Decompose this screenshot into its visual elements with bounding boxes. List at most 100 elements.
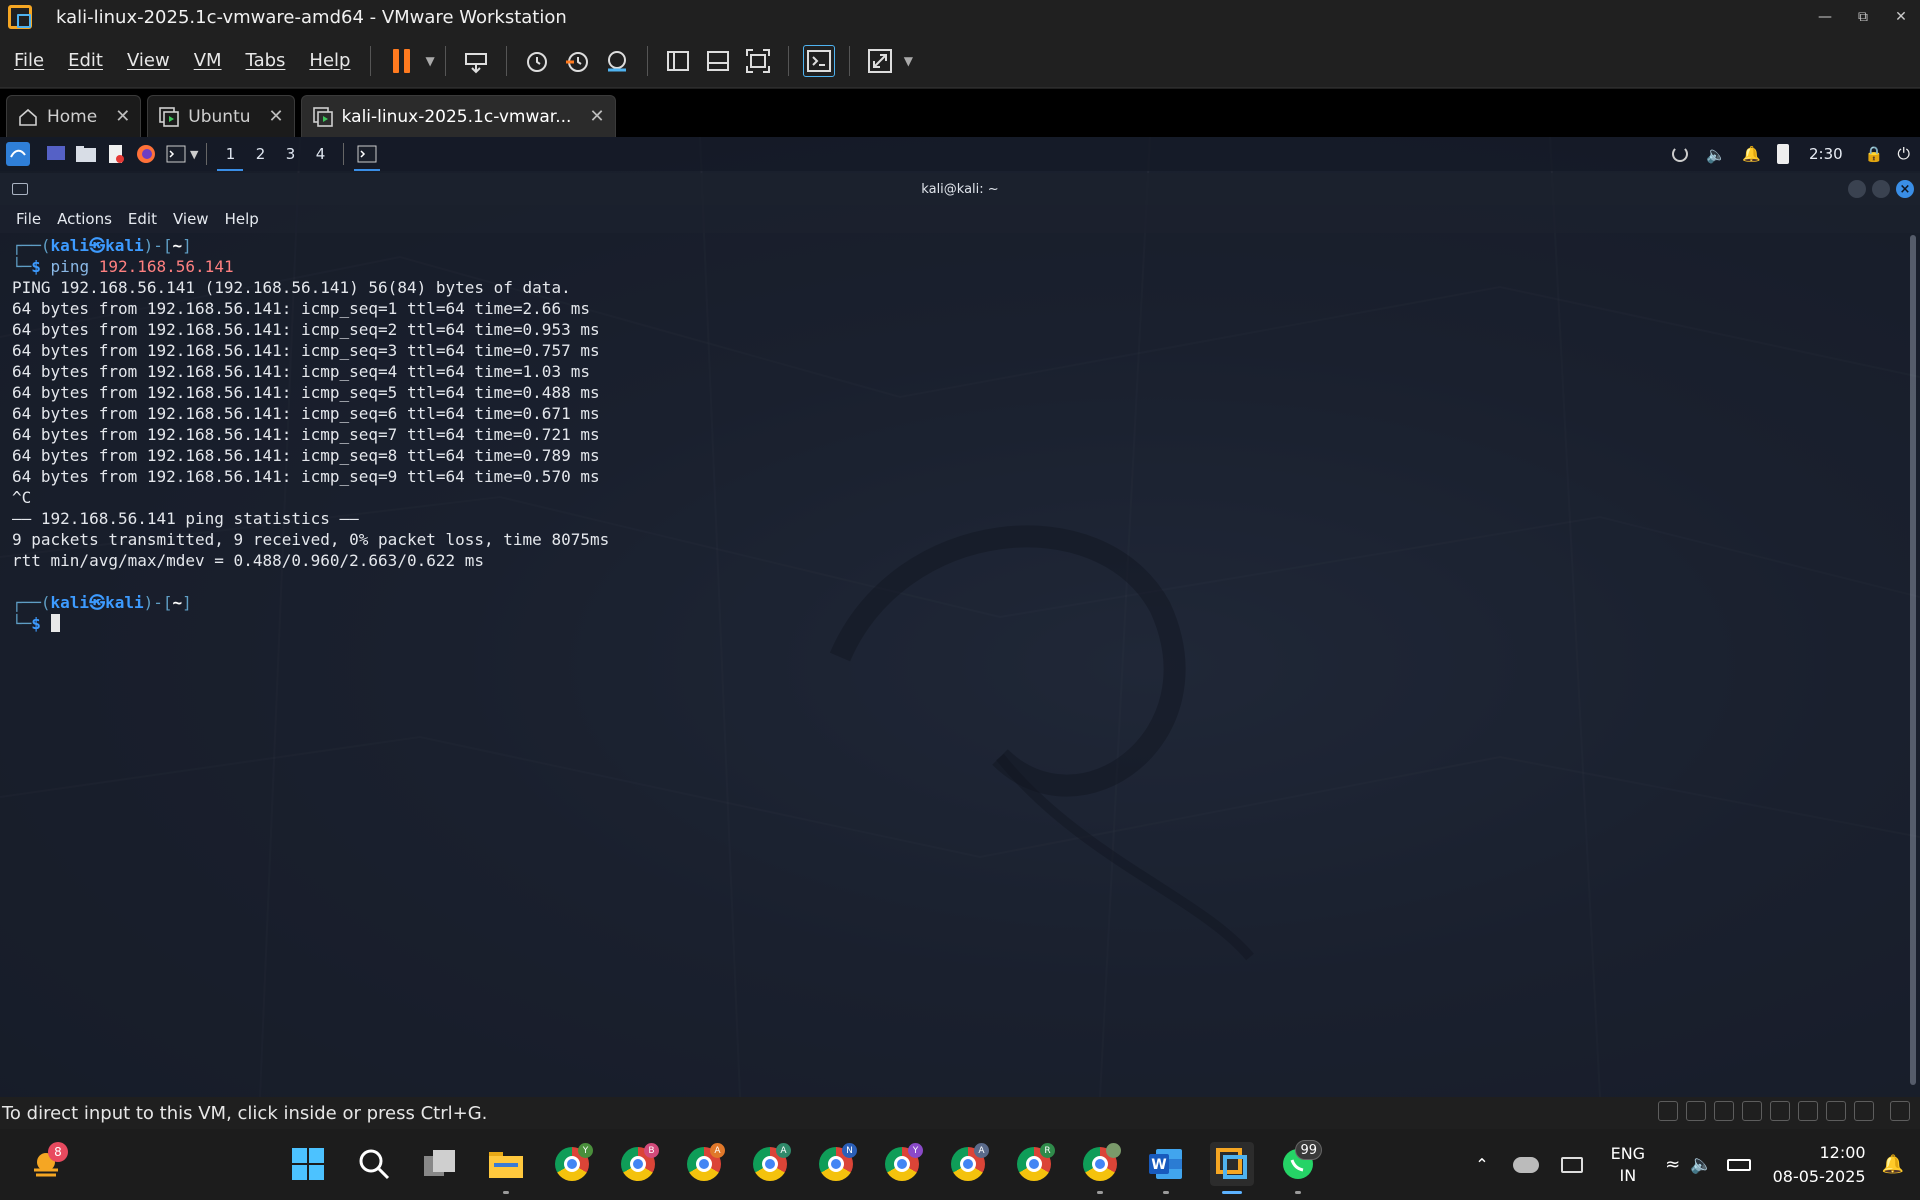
chrome-profile-photo-icon[interactable] [1078, 1142, 1122, 1194]
taskbar-terminal-window[interactable] [352, 137, 382, 171]
terminal-maximize-button[interactable] [1872, 180, 1890, 198]
workspace-4[interactable]: 4 [305, 137, 335, 171]
terminal-launcher-icon[interactable] [164, 142, 188, 166]
thumbnail-bar-icon[interactable] [702, 45, 734, 77]
cd-dvd-icon[interactable] [1826, 1101, 1846, 1121]
terminal-menu-actions[interactable]: Actions [57, 210, 112, 228]
menu-edit[interactable]: Edit [68, 50, 103, 71]
weather-widget-icon[interactable]: 8 [24, 1142, 68, 1186]
search-icon[interactable] [352, 1142, 396, 1186]
close-tab-icon[interactable]: ✕ [115, 106, 130, 127]
chrome-profile-y2-icon[interactable]: Y [880, 1142, 924, 1186]
network-adapter-icon[interactable] [1686, 1101, 1706, 1121]
terminal-titlebar[interactable]: kali@kali: ~ × [0, 173, 1920, 205]
show-library-icon[interactable] [662, 45, 694, 77]
tab-ubuntu[interactable]: Ubuntu ✕ [147, 95, 295, 137]
notification-bell-icon[interactable]: 🔔 [1742, 145, 1761, 163]
firefox-icon[interactable] [134, 142, 158, 166]
snapshot-icon[interactable] [521, 45, 553, 77]
start-button[interactable] [286, 1142, 330, 1186]
workspace-1[interactable]: 1 [215, 137, 245, 171]
menu-file[interactable]: File [14, 50, 44, 71]
guest-display[interactable]: ▼ 1 2 3 4 🔈 🔔 2:30 🔒 ⏻ kali@kali: ~ × Fi… [0, 137, 1920, 1097]
hard-disk-icon[interactable] [1658, 1101, 1678, 1121]
word-icon[interactable]: W [1144, 1142, 1188, 1194]
chrome-profile-a-icon[interactable]: A [682, 1142, 726, 1186]
network-busy-icon[interactable] [1672, 146, 1689, 162]
toolbar-separator [646, 45, 648, 76]
show-hidden-icons-icon[interactable]: ⌃ [1475, 1155, 1488, 1174]
workspace-3[interactable]: 3 [275, 137, 305, 171]
sound-card-icon[interactable] [1742, 1101, 1762, 1121]
panel-clock[interactable]: 2:30 [1809, 145, 1843, 163]
chrome-profile-r-icon[interactable]: R [1012, 1142, 1056, 1186]
kali-menu-icon[interactable] [6, 142, 30, 166]
printer-icon[interactable] [1798, 1101, 1818, 1121]
task-view-icon[interactable] [418, 1142, 462, 1186]
terminal-output[interactable]: ┌──(kali㉿kali)-[~] └─$ ping 192.168.56.1… [12, 235, 609, 634]
show-desktop-icon[interactable] [44, 142, 68, 166]
tab-home[interactable]: Home ✕ [6, 95, 142, 137]
chrome-profile-y-icon[interactable]: Y [550, 1142, 594, 1186]
battery-icon[interactable] [1776, 144, 1789, 164]
active-prompt[interactable]: └─$ [12, 614, 60, 633]
close-tab-icon[interactable]: ✕ [269, 106, 284, 127]
pause-icon[interactable] [385, 45, 417, 77]
terminal-menu-file[interactable]: File [16, 210, 41, 228]
toolbar-separator [370, 45, 372, 76]
lock-screen-icon[interactable]: 🔒 [1865, 145, 1884, 163]
full-screen-icon[interactable] [742, 45, 774, 77]
terminal-close-button[interactable]: × [1896, 180, 1914, 198]
menu-help[interactable]: Help [309, 50, 350, 71]
launcher-dropdown-icon[interactable]: ▼ [190, 148, 198, 161]
wifi-icon[interactable]: ≈ [1665, 1154, 1680, 1175]
output-line: 9 packets transmitted, 9 received, 0% pa… [12, 530, 610, 549]
wireless-icon[interactable] [1854, 1101, 1874, 1121]
minimize-button[interactable]: — [1806, 0, 1844, 34]
output-line: rtt min/avg/max/mdev = 0.488/0.960/2.663… [12, 551, 485, 570]
terminal-window[interactable]: kali@kali: ~ × File Actions Edit View He… [0, 173, 1920, 1097]
menu-tabs[interactable]: Tabs [246, 50, 286, 71]
menu-vm[interactable]: VM [194, 50, 222, 71]
language-indicator[interactable]: ENG IN [1611, 1143, 1645, 1187]
speaker-icon[interactable]: 🔈 [1690, 1154, 1712, 1175]
stretch-guest-icon[interactable] [864, 45, 896, 77]
workspace-2[interactable]: 2 [245, 137, 275, 171]
restore-button[interactable]: ⧉ [1844, 0, 1882, 34]
terminal-scrollbar[interactable] [1910, 235, 1916, 1085]
whatsapp-icon[interactable]: 99 [1276, 1140, 1322, 1194]
close-tab-icon[interactable]: ✕ [589, 106, 604, 127]
volume-icon[interactable]: 🔈 [1706, 145, 1726, 164]
onedrive-icon[interactable] [1512, 1156, 1539, 1173]
stretch-dropdown-icon[interactable]: ▼ [904, 54, 913, 68]
revert-snapshot-icon[interactable] [561, 45, 593, 77]
text-editor-icon[interactable] [104, 142, 128, 166]
file-explorer-icon[interactable] [484, 1142, 528, 1194]
chrome-profile-a2-icon[interactable]: A [748, 1142, 792, 1186]
terminal-minimize-button[interactable] [1848, 180, 1866, 198]
send-ctrl-alt-del-icon[interactable] [460, 45, 492, 77]
power-icon[interactable]: ⏻ [1897, 144, 1910, 164]
chrome-profile-a3-icon[interactable]: A [946, 1142, 990, 1186]
output-line: 64 bytes from 192.168.56.141: icmp_seq=9… [12, 467, 600, 486]
console-view-icon[interactable] [802, 44, 835, 77]
file-manager-icon[interactable] [74, 142, 98, 166]
message-log-icon[interactable] [1890, 1101, 1910, 1121]
vmware-taskbar-icon[interactable] [1210, 1142, 1254, 1194]
network-adapter-2-icon[interactable] [1714, 1101, 1734, 1121]
touch-keyboard-icon[interactable] [1560, 1156, 1583, 1173]
battery-tray-icon[interactable] [1726, 1158, 1751, 1171]
usb-controller-icon[interactable] [1770, 1101, 1790, 1121]
menu-view[interactable]: View [127, 50, 170, 71]
chrome-profile-b-icon[interactable]: B [616, 1142, 660, 1186]
clock-date[interactable]: 12:00 08-05-2025 [1773, 1141, 1866, 1189]
snapshot-manager-icon[interactable] [601, 45, 633, 77]
power-dropdown-icon[interactable]: ▼ [425, 54, 434, 68]
notification-center-icon[interactable]: 🔔 [1882, 1154, 1904, 1175]
terminal-menu-edit[interactable]: Edit [128, 210, 157, 228]
terminal-menu-help[interactable]: Help [225, 210, 259, 228]
terminal-menu-view[interactable]: View [173, 210, 209, 228]
close-window-button[interactable]: ✕ [1882, 0, 1920, 34]
chrome-profile-n-icon[interactable]: N [814, 1142, 858, 1186]
tab-kali[interactable]: kali-linux-2025.1c-vmwar... ✕ [300, 95, 616, 137]
